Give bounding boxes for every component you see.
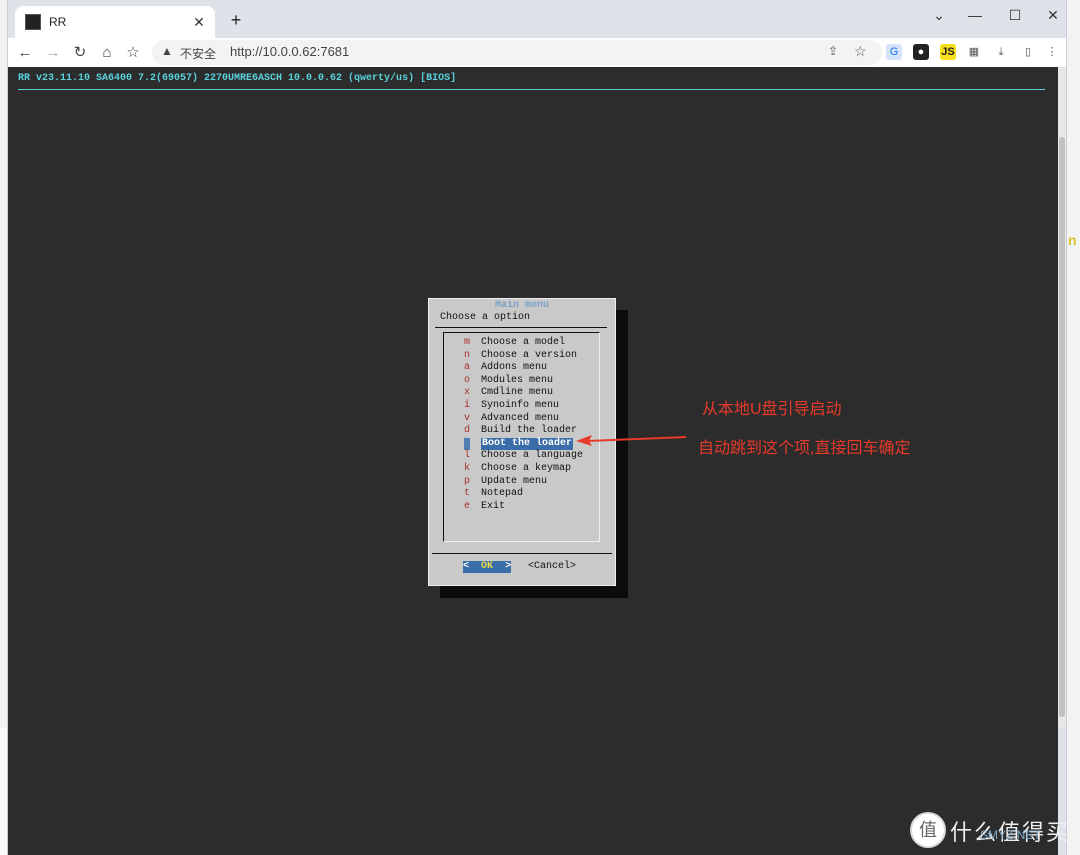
dialog-title: Main menu (494, 300, 549, 311)
back-arrow-icon[interactable]: ← (14, 42, 36, 64)
menu-item-label: Exit (481, 500, 506, 512)
annotation-auto-select: 自动跳到这个项,直接回车确定 (698, 440, 911, 457)
ok-right-bracket: > (505, 561, 512, 572)
dialog-prompt: Choose a option (440, 312, 531, 323)
menu-item-label: Cmdline menu (481, 387, 554, 399)
menu-item-label: Addons menu (481, 362, 548, 374)
forward-arrow-icon[interactable]: → (42, 42, 64, 64)
extensions-grid-icon[interactable]: ▦ (966, 44, 982, 60)
maximize-button[interactable]: ☐ (1000, 4, 1030, 26)
menu-item-v[interactable]: v Advanced menu (444, 413, 599, 425)
menu-item-i[interactable]: i Synoinfo menu (444, 400, 599, 412)
bookmark-page-star-icon[interactable]: ☆ (854, 43, 867, 60)
warning-triangle-icon: ▲ (161, 44, 173, 58)
status-divider (18, 89, 1045, 90)
menu-item-x[interactable]: x Cmdline menu (444, 387, 599, 399)
translate-extension-icon[interactable]: G (886, 44, 902, 60)
watermark-logo: 值 (910, 812, 946, 848)
menu-item-e[interactable]: e Exit (444, 501, 599, 513)
cancel-button[interactable]: <Cancel> (528, 561, 576, 573)
browser-window: RR ✕ + ⌄ — ☐ ✕ ← → ↻ ⌂ ☆ ▲ 不安全 http://10… (7, 0, 1067, 855)
menu-item-label: Choose a version (481, 349, 578, 361)
browser-toolbar: ← → ↻ ⌂ ☆ ▲ 不安全 http://10.0.0.62:7681 ⇪ … (8, 38, 1066, 67)
ok-left-bracket: < (463, 561, 470, 572)
menu-item-o[interactable]: o Modules menu (444, 375, 599, 387)
menu-item-hotkey: l (464, 450, 471, 462)
side-panel-icon[interactable]: ▯ (1020, 44, 1036, 60)
watermark-subtext: SMYZ.NET (980, 828, 1041, 842)
security-label[interactable]: 不安全 (180, 45, 216, 62)
menu-item-p[interactable]: p Update menu (444, 476, 599, 488)
ok-button[interactable]: < OK > (463, 561, 511, 573)
share-icon[interactable]: ⇪ (828, 44, 838, 58)
menu-item-t[interactable]: t Notepad (444, 488, 599, 500)
menu-item-label: Modules menu (481, 374, 554, 386)
download-icon[interactable]: ⤓ (993, 44, 1009, 60)
close-window-button[interactable]: ✕ (1038, 4, 1068, 26)
annotation-usb-boot: 从本地U盘引导启动 (702, 401, 842, 418)
menu-item-n[interactable]: n Choose a version (444, 350, 599, 362)
menu-item-label: Boot the loader (481, 437, 574, 450)
tab-rr[interactable]: RR ✕ (15, 6, 215, 38)
bookmark-star-icon[interactable]: ☆ (122, 42, 144, 64)
menu-item-k[interactable]: k Choose a keymap (444, 463, 599, 475)
kebab-menu-icon[interactable]: ⋮ (1044, 44, 1060, 60)
menu-item-hotkey: k (464, 463, 471, 474)
menu-item-hotkey: m (464, 337, 471, 348)
menu-item-hotkey: a (464, 362, 471, 374)
menu-item-m[interactable]: m Choose a model (444, 337, 599, 349)
scrollbar-thumb[interactable] (1059, 137, 1065, 717)
menu-item-hotkey: d (464, 425, 471, 437)
menu-item-l[interactable]: l Choose a language (444, 450, 599, 462)
js-extension-icon[interactable]: JS (940, 44, 956, 60)
menu-item-label: Update menu (481, 475, 548, 487)
menu-item-label: Advanced menu (481, 412, 560, 424)
menu-item-hotkey: t (464, 488, 471, 500)
url-text[interactable]: http://10.0.0.62:7681 (230, 44, 349, 59)
menu-item-label: Choose a model (481, 337, 566, 348)
menu-item-hotkey: n (464, 349, 471, 361)
menu-item-hotkey: e (464, 500, 471, 512)
menu-item-label: Choose a keymap (481, 463, 572, 474)
menu-item-label: Synoinfo menu (481, 400, 560, 411)
offscreen-text-fragment: n (1068, 232, 1077, 248)
terminal-status-line: RR v23.11.10 SA6400 7.2(69057) 2270UMRE6… (18, 73, 457, 84)
menu-item-label: Notepad (481, 488, 524, 500)
address-bar[interactable]: ▲ 不安全 http://10.0.0.62:7681 ⇪ ☆ (152, 40, 882, 65)
home-icon[interactable]: ⌂ (96, 42, 118, 64)
menu-item-hotkey: b (464, 437, 471, 450)
tab-title: RR (49, 15, 67, 29)
ok-label: OK (481, 561, 494, 572)
annotation-arrow-icon (576, 435, 686, 446)
menu-item-a[interactable]: a Addons menu (444, 362, 599, 374)
dialog-separator (432, 553, 612, 554)
menu-item-hotkey: v (464, 412, 471, 424)
tab-search-chevron-icon[interactable]: ⌄ (924, 4, 954, 26)
vertical-scrollbar[interactable] (1058, 67, 1066, 727)
reload-icon[interactable]: ↻ (69, 42, 91, 64)
ghost-extension-icon[interactable]: ● (913, 44, 929, 60)
terminal-favicon-icon (25, 14, 41, 30)
dialog-separator (435, 327, 607, 328)
menu-item-hotkey: p (464, 475, 471, 487)
menu-item-label: Build the loader (481, 425, 578, 437)
menu-item-hotkey: i (464, 400, 471, 411)
new-tab-button[interactable]: + (226, 10, 246, 30)
minimize-button[interactable]: — (960, 4, 990, 26)
tab-strip: RR ✕ + ⌄ — ☐ ✕ (8, 0, 1066, 38)
menu-item-hotkey: x (464, 387, 471, 399)
terminal-viewport[interactable]: RR v23.11.10 SA6400 7.2(69057) 2270UMRE6… (8, 67, 1058, 855)
menu-item-label: Choose a language (481, 450, 584, 462)
tab-close-icon[interactable]: ✕ (191, 14, 207, 30)
menu-item-hotkey: o (464, 374, 471, 386)
